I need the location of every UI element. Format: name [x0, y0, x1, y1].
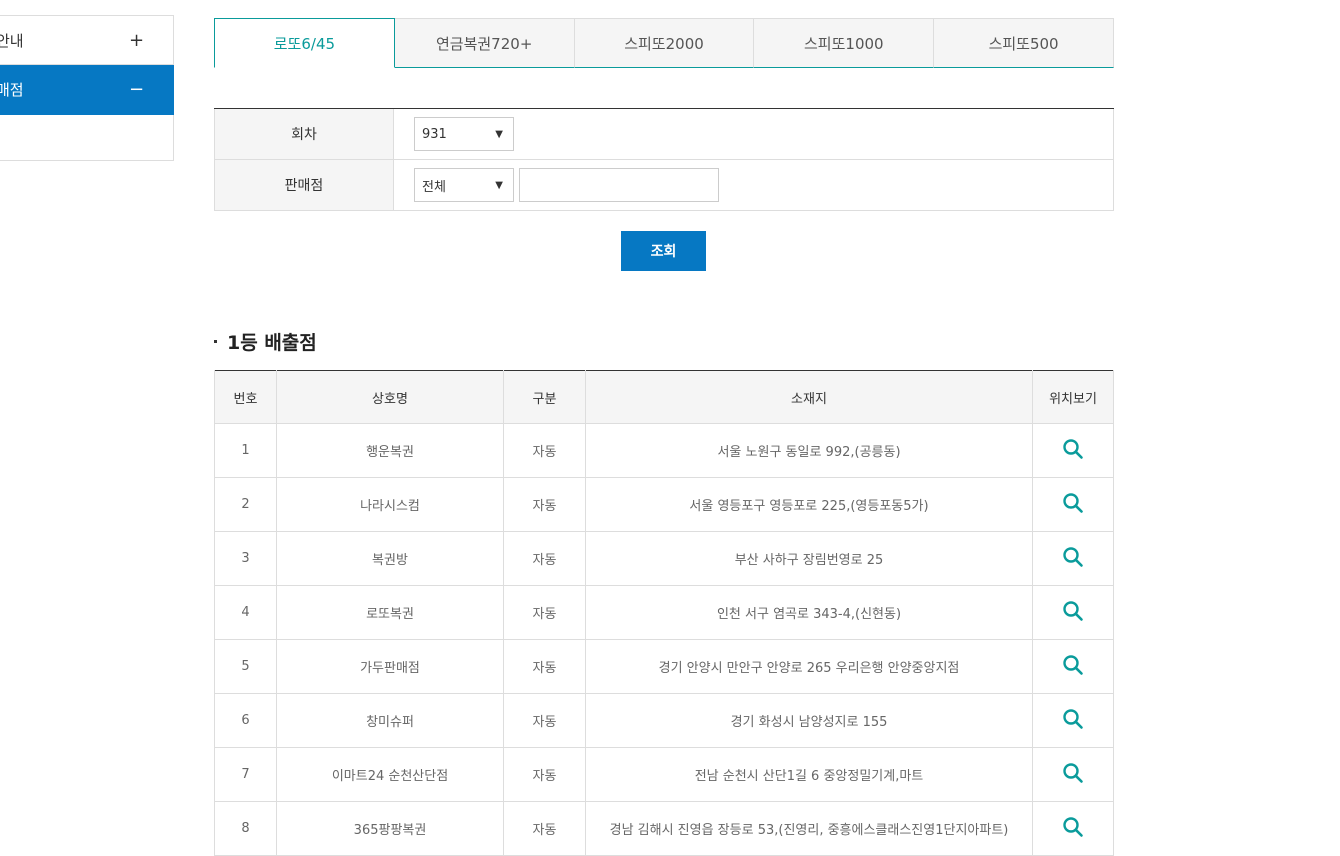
- tab-lotto645[interactable]: 로또6/45: [214, 18, 395, 68]
- cell-location: [1032, 693, 1114, 748]
- round-select[interactable]: 931 ▼: [414, 117, 514, 151]
- header-store-name: 상호명: [276, 370, 504, 424]
- search-icon[interactable]: [1062, 762, 1084, 784]
- cell-location: [1032, 747, 1114, 802]
- cell-type: 자동: [503, 423, 586, 478]
- cell-location: [1032, 639, 1114, 694]
- store-row: 판매점 전체 ▼: [214, 160, 1114, 211]
- sidebar-item-label: 안내: [0, 31, 24, 50]
- table-header-row: 번호 상호명 구분 소재지 위치보기: [214, 370, 1114, 424]
- cell-location: [1032, 801, 1114, 856]
- plus-icon: +: [129, 29, 145, 51]
- round-row: 회차 931 ▼: [214, 109, 1114, 160]
- lottery-tabs: 로또6/45 연금복권720+ 스피또2000 스피또1000 스피또500: [214, 18, 1114, 68]
- search-icon[interactable]: [1062, 438, 1084, 460]
- sidebar-item-label: 매점: [0, 81, 24, 99]
- search-icon[interactable]: [1062, 708, 1084, 730]
- cell-type: 자동: [503, 531, 586, 586]
- sidebar: 안내 + 매점 −: [0, 15, 174, 161]
- search-icon[interactable]: [1062, 654, 1084, 676]
- cell-address: 서울 노원구 동일로 992,(공릉동): [585, 423, 1033, 478]
- cell-type: 자동: [503, 477, 586, 532]
- cell-store-name: 복권방: [276, 531, 504, 586]
- cell-address: 경남 김해시 진영읍 장등로 53,(진영리, 중흥에스클래스진영1단지아파트): [585, 801, 1033, 856]
- cell-store-name: 행운복권: [276, 423, 504, 478]
- header-location: 위치보기: [1032, 370, 1114, 424]
- table-row: 8 365팡팡복권 자동 경남 김해시 진영읍 장등로 53,(진영리, 중흥에스클래…: [214, 801, 1114, 856]
- cell-number: 8: [214, 801, 277, 856]
- table-row: 1 행운복권 자동 서울 노원구 동일로 992,(공릉동): [214, 423, 1114, 478]
- cell-location: [1032, 585, 1114, 640]
- cell-number: 3: [214, 531, 277, 586]
- search-form: 회차 931 ▼ 판매점 전체 ▼: [214, 108, 1114, 211]
- sidebar-item-stores[interactable]: 매점 −: [0, 65, 174, 115]
- store-label: 판매점: [214, 160, 394, 210]
- tab-speetto1000[interactable]: 스피또1000: [754, 18, 935, 68]
- cell-type: 자동: [503, 585, 586, 640]
- cell-store-name: 365팡팡복권: [276, 801, 504, 856]
- header-number: 번호: [214, 370, 277, 424]
- cell-number: 1: [214, 423, 277, 478]
- table-row: 5 가두판매점 자동 경기 안양시 만안구 안양로 265 우리은행 안양중앙지점: [214, 639, 1114, 694]
- cell-address: 전남 순천시 산단1길 6 중앙정밀기계,마트: [585, 747, 1033, 802]
- cell-type: 자동: [503, 747, 586, 802]
- cell-address: 부산 사하구 장림번영로 25: [585, 531, 1033, 586]
- search-icon[interactable]: [1062, 546, 1084, 568]
- store-name-input[interactable]: [519, 168, 719, 202]
- store-select-value: 전체: [422, 179, 446, 195]
- cell-location: [1032, 477, 1114, 532]
- cell-number: 7: [214, 747, 277, 802]
- table-row: 4 로또복권 자동 인천 서구 염곡로 343-4,(신현동): [214, 585, 1114, 640]
- winners-table: 번호 상호명 구분 소재지 위치보기 1 행운복권 자동 서울 노원구 동일로 992…: [214, 370, 1114, 856]
- minus-icon: −: [129, 79, 145, 100]
- table-row: 7 이마트24 순천산단점 자동 전남 순천시 산단1길 6 중앙정밀기계,마트: [214, 747, 1114, 802]
- cell-address: 경기 화성시 남양성지로 155: [585, 693, 1033, 748]
- bullet-icon: [214, 340, 217, 343]
- cell-store-name: 가두판매점: [276, 639, 504, 694]
- cell-number: 4: [214, 585, 277, 640]
- section-title-text: 1등 배출점: [227, 332, 317, 354]
- round-label: 회차: [214, 109, 394, 159]
- cell-type: 자동: [503, 639, 586, 694]
- cell-store-name: 이마트24 순천산단점: [276, 747, 504, 802]
- cell-store-name: 창미슈퍼: [276, 693, 504, 748]
- cell-number: 5: [214, 639, 277, 694]
- table-row: 6 창미슈퍼 자동 경기 화성시 남양성지로 155: [214, 693, 1114, 748]
- sidebar-item-guide[interactable]: 안내 +: [0, 15, 174, 65]
- table-row: 2 나라시스컴 자동 서울 영등포구 영등포로 225,(영등포동5가): [214, 477, 1114, 532]
- cell-type: 자동: [503, 801, 586, 856]
- cell-type: 자동: [503, 693, 586, 748]
- tab-speetto2000[interactable]: 스피또2000: [574, 18, 755, 68]
- caret-down-icon: ▼: [495, 128, 503, 140]
- cell-location: [1032, 531, 1114, 586]
- header-address: 소재지: [585, 370, 1033, 424]
- cell-address: 인천 서구 염곡로 343-4,(신현동): [585, 585, 1033, 640]
- round-select-value: 931: [422, 126, 447, 142]
- tab-pension720[interactable]: 연금복권720+: [394, 18, 575, 68]
- cell-address: 경기 안양시 만안구 안양로 265 우리은행 안양중앙지점: [585, 639, 1033, 694]
- search-icon[interactable]: [1062, 492, 1084, 514]
- search-icon[interactable]: [1062, 816, 1084, 838]
- cell-address: 서울 영등포구 영등포로 225,(영등포동5가): [585, 477, 1033, 532]
- cell-number: 6: [214, 693, 277, 748]
- cell-location: [1032, 423, 1114, 478]
- table-row: 3 복권방 자동 부산 사하구 장림번영로 25: [214, 531, 1114, 586]
- sidebar-submenu: [0, 115, 174, 161]
- caret-down-icon: ▼: [495, 179, 503, 191]
- search-icon[interactable]: [1062, 600, 1084, 622]
- header-type: 구분: [503, 370, 586, 424]
- cell-store-name: 나라시스컴: [276, 477, 504, 532]
- tab-speetto500[interactable]: 스피또500: [934, 18, 1114, 68]
- section-title: 1등 배출점: [214, 328, 317, 355]
- cell-store-name: 로또복권: [276, 585, 504, 640]
- cell-number: 2: [214, 477, 277, 532]
- search-button[interactable]: 조회: [621, 231, 706, 271]
- store-region-select[interactable]: 전체 ▼: [414, 168, 514, 202]
